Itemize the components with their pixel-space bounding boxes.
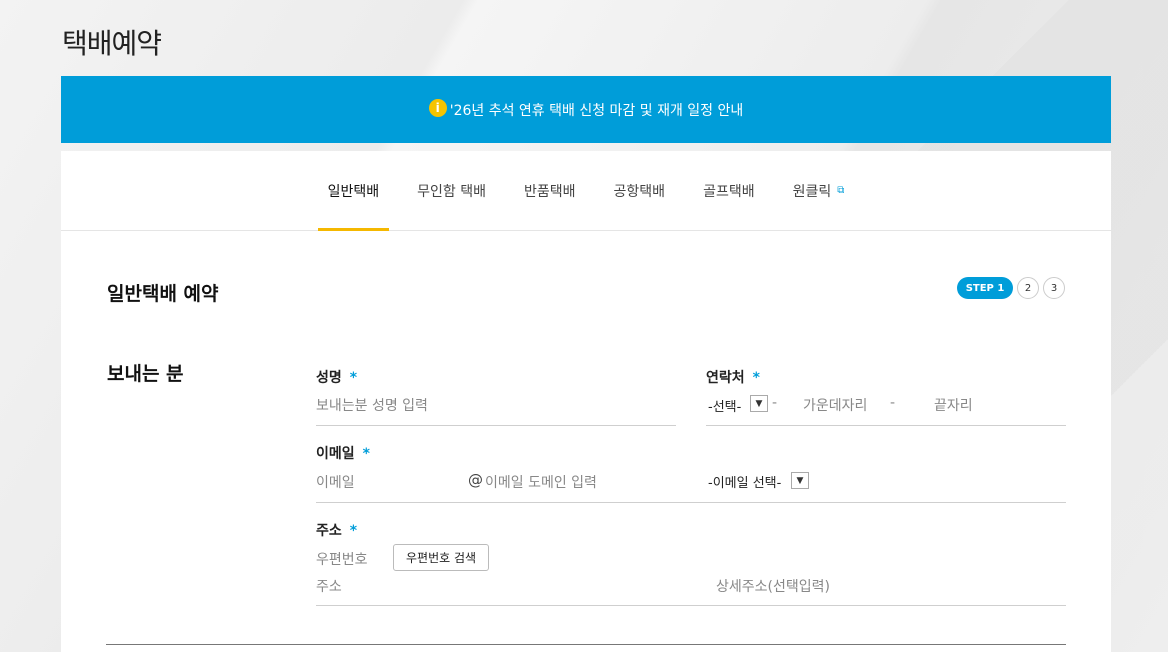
tab-label: 반품택배 xyxy=(524,183,576,200)
info-icon: i xyxy=(428,98,447,117)
zipcode-input[interactable]: 우편번호 xyxy=(316,549,368,569)
address-detail-input[interactable]: 상세주소(선택입력) xyxy=(716,576,830,596)
phone-label: 연락처 * xyxy=(706,367,760,387)
step-2-badge: 2 xyxy=(1017,277,1039,299)
name-label: 성명 * xyxy=(316,367,357,387)
email-domain-input[interactable]: 이메일 도메인 입력 xyxy=(485,472,597,492)
required-mark: * xyxy=(349,523,358,539)
tab-label: 원클릭 xyxy=(792,183,832,200)
step-indicator: STEP 1 2 3 xyxy=(957,277,1065,299)
required-mark: * xyxy=(752,370,760,386)
required-mark: * xyxy=(362,446,370,462)
email-label: 이메일 * xyxy=(316,443,370,463)
chevron-down-icon[interactable]: ▼ xyxy=(791,472,809,489)
chevron-down-icon[interactable]: ▼ xyxy=(750,395,768,412)
address-input[interactable]: 주소 xyxy=(316,576,342,596)
sender-title: 보내는 분 xyxy=(107,363,184,385)
tab-airport[interactable]: 공항택배 xyxy=(604,151,676,230)
phone-last-input[interactable]: 끝자리 xyxy=(934,395,973,415)
step-1-badge: STEP 1 xyxy=(957,277,1013,299)
reservation-card: 일반택배 무인함 택배 반품택배 공항택배 골프택배 원클릭 ⧉ 일반택배 예약… xyxy=(61,151,1111,652)
tab-oneclick[interactable]: 원클릭 ⧉ xyxy=(783,151,855,230)
phone-dash: - xyxy=(890,395,896,411)
tab-label: 무인함 택배 xyxy=(417,183,486,200)
address-underline xyxy=(316,605,1066,606)
name-input[interactable]: 보내는분 성명 입력 xyxy=(316,395,428,415)
notice-text[interactable]: '26년 추석 연휴 택배 신청 마감 및 재개 일정 안내 xyxy=(450,100,744,120)
zipcode-search-button[interactable]: 우편번호 검색 xyxy=(393,544,490,571)
address-label-text: 주소 xyxy=(316,523,342,539)
phone-underline xyxy=(706,425,1066,426)
step-3-badge: 3 xyxy=(1043,277,1065,299)
email-id-input[interactable]: 이메일 xyxy=(316,472,355,492)
tab-label: 골프택배 xyxy=(703,183,755,200)
required-mark: * xyxy=(349,370,358,386)
email-underline xyxy=(316,502,1066,503)
page-title: 택배예약 xyxy=(62,27,162,60)
address-label: 주소 * xyxy=(316,520,357,540)
tab-golf[interactable]: 골프택배 xyxy=(693,151,765,230)
email-domain-select[interactable]: -이메일 선택- xyxy=(708,472,781,491)
name-label-text: 성명 xyxy=(316,370,342,386)
tab-general[interactable]: 일반택배 xyxy=(317,151,390,231)
phone-prefix-select[interactable]: -선택- xyxy=(708,396,741,415)
tab-return[interactable]: 반품택배 xyxy=(514,151,586,230)
tab-locker[interactable]: 무인함 택배 xyxy=(407,151,496,230)
external-link-icon: ⧉ xyxy=(837,185,845,196)
phone-middle-input[interactable]: 가운데자리 xyxy=(803,395,867,415)
at-sign: @ xyxy=(468,471,483,489)
service-tabs: 일반택배 무인함 택배 반품택배 공항택배 골프택배 원클릭 ⧉ xyxy=(61,151,1111,231)
notice-banner[interactable]: i '26년 추석 연휴 택배 신청 마감 및 재개 일정 안내 xyxy=(61,76,1111,143)
tab-label: 일반택배 xyxy=(327,183,380,200)
section-title: 일반택배 예약 xyxy=(107,283,219,305)
email-label-text: 이메일 xyxy=(316,446,355,462)
phone-label-text: 연락처 xyxy=(706,370,745,386)
section-divider xyxy=(106,644,1066,645)
phone-dash: - xyxy=(772,395,778,411)
name-underline xyxy=(316,425,676,426)
tab-label: 공항택배 xyxy=(613,183,666,200)
